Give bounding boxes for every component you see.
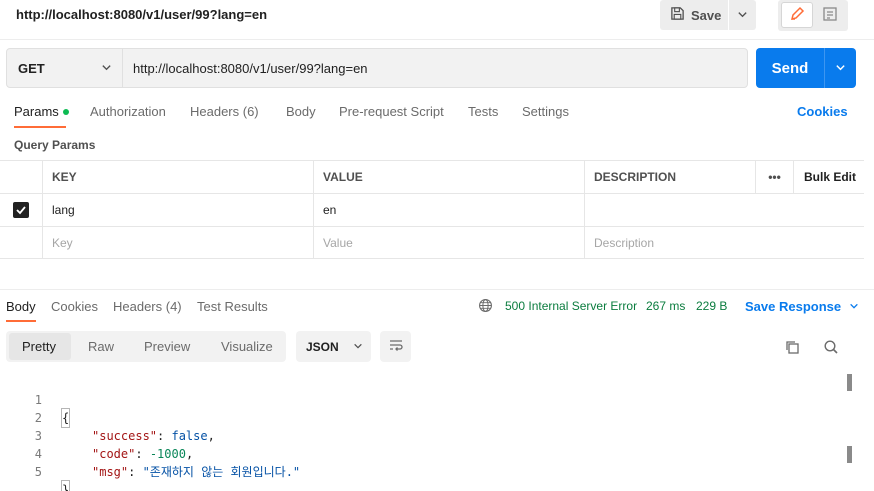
response-tab-cookies[interactable]: Cookies xyxy=(51,299,98,314)
documentation-mode-button[interactable] xyxy=(816,2,844,28)
response-tab-headers[interactable]: Headers (4) xyxy=(113,299,182,314)
table-row: lang en xyxy=(0,193,864,226)
response-body-editor[interactable]: 1 { 2 "success": false, 3 "code": -1000,… xyxy=(0,373,840,491)
chevron-down-icon xyxy=(101,61,112,76)
format-select[interactable]: JSON xyxy=(296,331,371,362)
param-description-field[interactable] xyxy=(584,194,755,226)
save-response-button[interactable]: Save Response xyxy=(745,299,859,314)
format-select-value: JSON xyxy=(306,339,339,354)
url-input[interactable]: http://localhost:8080/v1/user/99?lang=en xyxy=(123,49,747,87)
response-time[interactable]: 267 ms xyxy=(646,299,685,313)
more-options-icon[interactable]: ••• xyxy=(755,161,793,193)
chevron-down-icon xyxy=(353,340,363,354)
new-key-input[interactable]: Key xyxy=(42,227,313,258)
format-tab-pretty[interactable]: Pretty xyxy=(22,331,56,362)
method-label: GET xyxy=(18,60,45,76)
tab-params[interactable]: Params xyxy=(14,104,69,119)
active-tab-underline xyxy=(6,320,36,322)
checkmark-icon xyxy=(13,202,29,218)
param-checkbox[interactable] xyxy=(0,194,42,226)
send-button[interactable]: Send xyxy=(756,48,824,88)
params-table: KEY VALUE DESCRIPTION ••• Bulk Edit lang… xyxy=(0,160,864,259)
method-select[interactable]: GET xyxy=(7,49,123,87)
url-bar: GET http://localhost:8080/v1/user/99?lan… xyxy=(6,48,748,88)
table-header-row: KEY VALUE DESCRIPTION ••• Bulk Edit xyxy=(0,160,864,193)
tab-tests[interactable]: Tests xyxy=(468,104,498,119)
code-line: 4 "msg": "존재하지 않는 회원입니다." xyxy=(0,427,840,479)
code-line: 3 "code": -1000, xyxy=(0,409,840,461)
chevron-down-icon xyxy=(737,8,748,23)
tab-pre-request-script[interactable]: Pre-request Script xyxy=(339,104,444,119)
copy-icon[interactable] xyxy=(784,339,800,358)
query-params-heading: Query Params xyxy=(14,138,96,152)
save-icon xyxy=(670,6,685,24)
column-header-key: KEY xyxy=(42,161,313,193)
send-button-group: Send xyxy=(756,48,856,88)
json-value: "존재하지 않는 회원입니다." xyxy=(142,465,301,479)
response-tab-body[interactable]: Body xyxy=(6,299,36,314)
search-icon[interactable] xyxy=(823,339,839,358)
bulk-edit-button[interactable]: Bulk Edit xyxy=(793,161,864,193)
pencil-icon xyxy=(789,6,805,25)
divider xyxy=(0,39,874,40)
globe-icon[interactable] xyxy=(478,298,493,316)
chevron-down-icon xyxy=(835,61,846,76)
column-header-value: VALUE xyxy=(313,161,584,193)
save-button[interactable]: Save xyxy=(660,0,728,30)
wrap-lines-button[interactable] xyxy=(380,331,411,362)
code-text: } xyxy=(60,480,71,491)
params-indicator-dot xyxy=(62,108,69,115)
cookies-link[interactable]: Cookies xyxy=(797,104,848,119)
tab-body[interactable]: Body xyxy=(286,104,316,119)
divider xyxy=(0,289,874,290)
tab-headers[interactable]: Headers (6) xyxy=(190,104,259,119)
code-line: 2 "success": false, xyxy=(0,391,840,443)
new-description-input[interactable]: Description xyxy=(584,227,755,258)
wrap-lines-icon xyxy=(388,337,404,356)
save-button-group: Save xyxy=(660,0,756,30)
document-icon xyxy=(822,6,838,25)
format-tab-preview[interactable]: Preview xyxy=(144,331,190,362)
tab-authorization[interactable]: Authorization xyxy=(90,104,166,119)
send-options-caret[interactable] xyxy=(825,48,856,88)
active-tab-underline xyxy=(14,126,66,128)
json-key: "msg" xyxy=(92,465,129,479)
code-line: 1 { xyxy=(0,373,840,428)
format-tab-raw[interactable]: Raw xyxy=(88,331,114,362)
tab-settings[interactable]: Settings xyxy=(522,104,569,119)
request-title: http://localhost:8080/v1/user/99?lang=en xyxy=(16,7,268,22)
param-key-field[interactable]: lang xyxy=(42,194,313,226)
save-label: Save xyxy=(691,7,722,23)
save-response-label: Save Response xyxy=(745,299,842,314)
column-header-description: DESCRIPTION xyxy=(584,161,755,193)
status-code[interactable]: 500 Internal Server Error xyxy=(505,299,637,313)
param-value-field[interactable]: en xyxy=(313,194,584,226)
format-tab-visualize[interactable]: Visualize xyxy=(221,331,273,362)
scrollbar-thumb[interactable] xyxy=(847,446,852,463)
edit-mode-button[interactable] xyxy=(781,2,813,28)
response-tab-test-results[interactable]: Test Results xyxy=(197,299,268,314)
scrollbar-thumb[interactable] xyxy=(847,374,852,391)
tab-label: Params xyxy=(14,104,59,119)
line-number: 5 xyxy=(34,465,42,479)
table-row-empty: Key Value Description xyxy=(0,226,864,259)
code-line: 5 } xyxy=(0,445,840,491)
response-size[interactable]: 229 B xyxy=(696,299,727,313)
save-options-caret[interactable] xyxy=(729,0,756,30)
chevron-down-icon xyxy=(849,299,859,314)
new-value-input[interactable]: Value xyxy=(313,227,584,258)
json-separator: : xyxy=(128,465,143,479)
